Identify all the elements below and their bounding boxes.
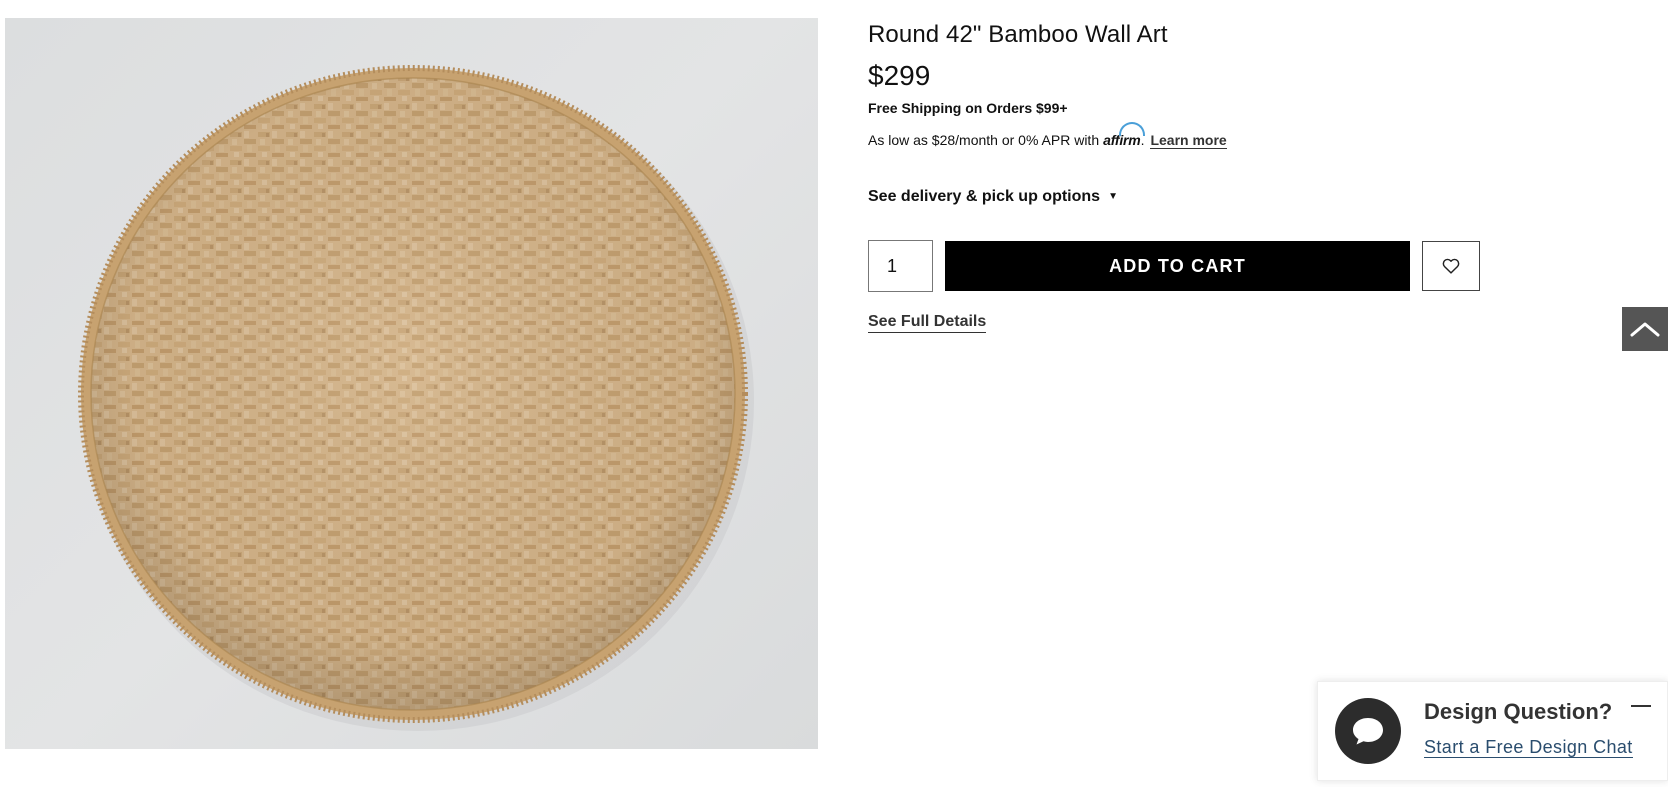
delivery-options-label: See delivery & pick up options <box>868 188 1101 205</box>
scroll-to-top-button[interactable] <box>1622 307 1668 351</box>
chat-heading: Design Question? <box>1424 699 1613 724</box>
caret-down-icon: ▼ <box>1108 191 1118 202</box>
affirm-logo: affirm <box>1103 122 1145 150</box>
cart-row: ADD TO CART <box>868 240 1628 292</box>
see-full-details-link[interactable]: See Full Details <box>868 312 987 333</box>
shipping-note: Free Shipping on Orders $99+ <box>868 100 1068 116</box>
quantity-input[interactable] <box>868 240 933 292</box>
bamboo-basket-illustration <box>78 65 754 731</box>
product-image[interactable] <box>5 18 818 749</box>
chevron-up-icon <box>1630 322 1660 337</box>
product-info: Round 42" Bamboo Wall Art $299 Free Ship… <box>868 18 1628 333</box>
product-price: $299 <box>868 60 931 91</box>
financing-text: As low as $28/month or 0% APR with <box>868 132 1100 148</box>
product-title: Round 42" Bamboo Wall Art <box>868 21 1168 48</box>
delivery-options-toggle[interactable]: See delivery & pick up options ▼ <box>868 186 1628 208</box>
add-to-cart-button[interactable]: ADD TO CART <box>945 241 1410 291</box>
wishlist-button[interactable] <box>1422 241 1480 291</box>
minimize-icon[interactable] <box>1631 698 1653 714</box>
chat-bubble-icon <box>1353 718 1383 745</box>
learn-more-link[interactable]: Learn more <box>1150 132 1227 149</box>
start-design-chat-link[interactable]: Start a Free Design Chat <box>1424 737 1633 758</box>
financing-row: As low as $28/month or 0% APR with affir… <box>868 122 1628 150</box>
chat-launch-button[interactable] <box>1335 698 1401 764</box>
design-chat-widget: Design Question? Start a Free Design Cha… <box>1317 681 1668 781</box>
heart-icon <box>1442 258 1460 274</box>
